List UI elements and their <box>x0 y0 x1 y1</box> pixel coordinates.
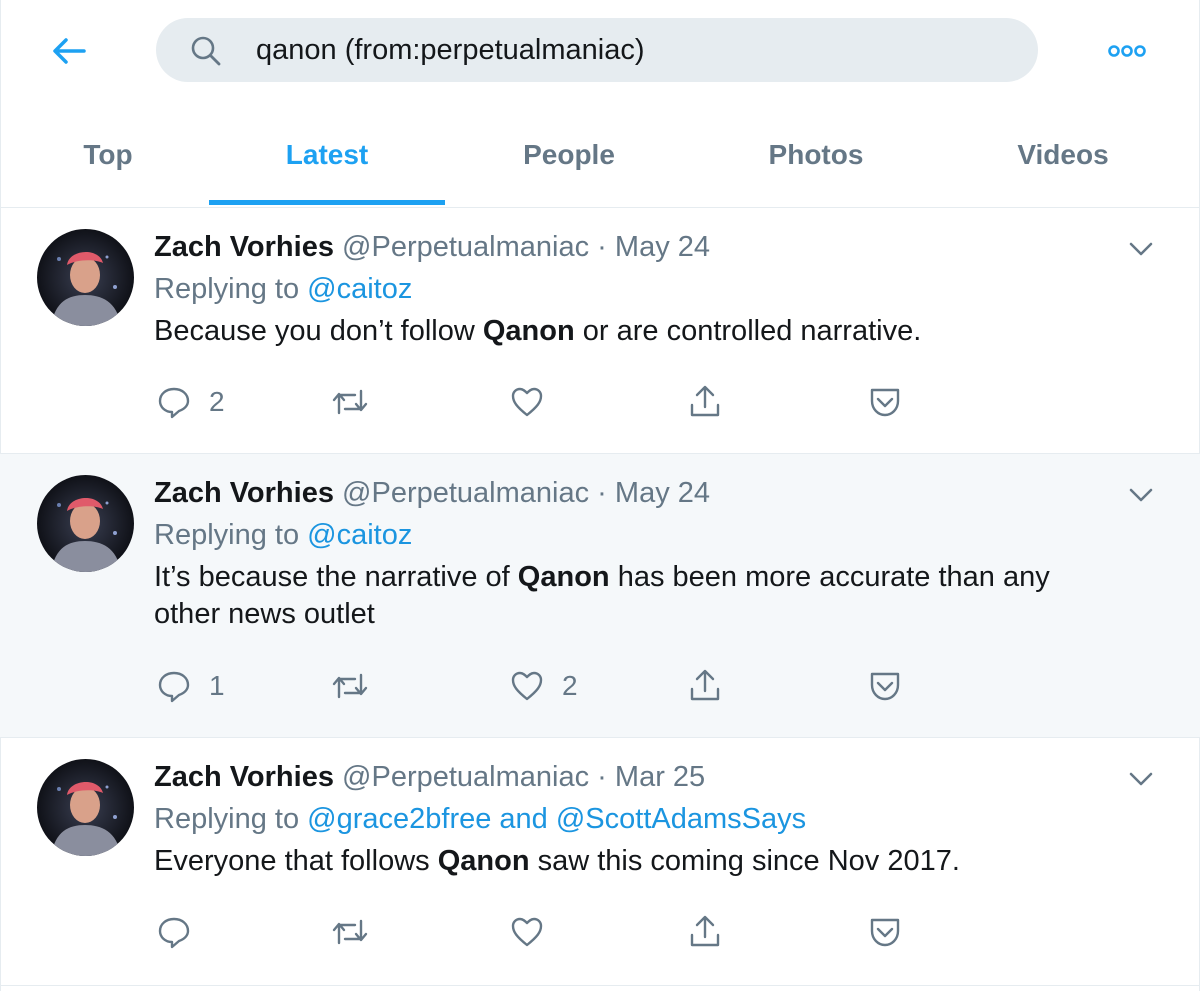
tweet-3[interactable]: Zach Vorhies @Perpetualmaniac · Mar 25 R… <box>0 738 1200 986</box>
reply-count: 2 <box>209 386 225 417</box>
tweet-menu-button[interactable] <box>1124 480 1158 510</box>
more-dots-icon <box>1108 45 1146 57</box>
like-button[interactable] <box>510 382 562 422</box>
save-to-pocket-button[interactable] <box>867 666 903 706</box>
tweet-date[interactable]: Mar 25 <box>615 761 705 793</box>
text-segment: or are controlled narrative. <box>574 315 922 347</box>
reply-mention-link[interactable]: @caitoz <box>307 273 412 305</box>
like-button[interactable] <box>510 912 562 952</box>
tweet-date[interactable]: May 24 <box>615 231 710 263</box>
search-input[interactable] <box>256 30 1016 70</box>
display-name[interactable]: Zach Vorhies <box>154 231 334 263</box>
back-button[interactable] <box>46 30 92 72</box>
like-button[interactable]: 2 <box>510 666 578 706</box>
highlighted-term: Qanon <box>517 561 610 593</box>
tweet-1[interactable]: Zach Vorhies @Perpetualmaniac · May 24 R… <box>0 208 1200 454</box>
separator-dot: · <box>597 231 607 263</box>
retweet-icon <box>332 389 368 415</box>
save-to-pocket-button[interactable] <box>867 382 903 422</box>
heart-icon <box>511 671 543 701</box>
text-segment: Everyone that follows <box>154 845 438 877</box>
replying-to-label: Replying to <box>154 273 300 305</box>
tweet-text: Everyone that follows Qanon saw this com… <box>154 843 1154 880</box>
tweet-header: Zach Vorhies @Perpetualmaniac · May 24 <box>154 230 710 264</box>
save-to-pocket-button[interactable] <box>867 912 903 952</box>
tweet-text: It’s because the narrative of Qanon has … <box>154 559 1114 633</box>
share-icon <box>690 669 720 701</box>
tweet-menu-button[interactable] <box>1124 764 1158 794</box>
reply-icon <box>158 671 190 703</box>
replying-to-label: Replying to <box>154 519 300 551</box>
retweet-button[interactable] <box>330 382 370 422</box>
display-name[interactable]: Zach Vorhies <box>154 761 334 793</box>
reply-icon <box>158 387 190 419</box>
profile-photo <box>37 475 134 572</box>
tweet-header: Zach Vorhies @Perpetualmaniac · May 24 <box>154 476 710 510</box>
profile-photo <box>37 229 134 326</box>
search-tabs: Top Latest People Photos Videos <box>0 102 1200 208</box>
share-icon <box>690 385 720 417</box>
retweet-button[interactable] <box>330 912 370 952</box>
retweet-icon <box>332 919 368 945</box>
text-segment: It’s because the narrative of <box>154 561 518 593</box>
share-button[interactable] <box>687 666 723 706</box>
tweet-menu-button[interactable] <box>1124 234 1158 264</box>
search-bar[interactable] <box>156 18 1038 82</box>
chevron-down-icon <box>1129 488 1153 502</box>
tweet-2[interactable]: Zach Vorhies @Perpetualmaniac · May 24 R… <box>0 454 1200 738</box>
user-handle[interactable]: @Perpetualmaniac <box>342 231 589 263</box>
reply-count: 1 <box>209 670 225 701</box>
user-handle[interactable]: @Perpetualmaniac <box>342 761 589 793</box>
tweet-header: Zach Vorhies @Perpetualmaniac · Mar 25 <box>154 760 705 794</box>
search-icon <box>191 36 221 66</box>
reply-button[interactable]: 2 <box>157 382 225 422</box>
replying-to: Replying to @caitoz <box>154 518 412 552</box>
tweet-date[interactable]: May 24 <box>615 477 710 509</box>
tab-photos[interactable]: Photos <box>693 102 939 207</box>
reply-icon <box>158 917 190 949</box>
tweet-text: Because you don’t follow Qanon or are co… <box>154 313 1154 350</box>
retweet-button[interactable] <box>330 666 370 706</box>
user-handle[interactable]: @Perpetualmaniac <box>342 477 589 509</box>
tab-videos[interactable]: Videos <box>939 102 1187 207</box>
highlighted-term: Qanon <box>437 845 530 877</box>
separator-dot: · <box>597 761 607 793</box>
active-tab-indicator <box>209 200 445 205</box>
separator-dot: · <box>597 477 607 509</box>
replying-to: Replying to @caitoz <box>154 272 412 306</box>
retweet-icon <box>332 673 368 699</box>
tab-top[interactable]: Top <box>8 102 208 207</box>
chevron-down-icon <box>1129 772 1153 786</box>
highlighted-term: Qanon <box>482 315 575 347</box>
pocket-icon <box>870 388 900 417</box>
tab-latest[interactable]: Latest <box>209 102 445 207</box>
avatar[interactable] <box>37 759 134 856</box>
arrow-left-icon <box>53 38 86 64</box>
reply-mention-link[interactable]: @caitoz <box>307 519 412 551</box>
replying-to: Replying to @grace2bfree and @ScottAdams… <box>154 802 806 836</box>
like-count: 2 <box>562 670 578 701</box>
avatar[interactable] <box>37 475 134 572</box>
replying-to-label: Replying to <box>154 803 300 835</box>
pocket-icon <box>870 918 900 947</box>
share-button[interactable] <box>687 912 723 952</box>
reply-button[interactable]: 1 <box>157 666 225 706</box>
text-segment: Because you don’t follow <box>154 315 483 347</box>
heart-icon <box>511 917 543 947</box>
profile-photo <box>37 759 134 856</box>
avatar[interactable] <box>37 229 134 326</box>
pocket-icon <box>870 672 900 701</box>
display-name[interactable]: Zach Vorhies <box>154 477 334 509</box>
share-button[interactable] <box>687 382 723 422</box>
reply-button[interactable] <box>157 912 209 952</box>
text-segment: saw this coming since Nov 2017. <box>529 845 960 877</box>
chevron-down-icon <box>1129 242 1153 256</box>
share-icon <box>690 915 720 947</box>
heart-icon <box>511 387 543 417</box>
tab-people[interactable]: People <box>445 102 693 207</box>
top-bar <box>0 0 1200 102</box>
more-options-button[interactable] <box>1104 36 1150 66</box>
reply-mention-link[interactable]: @grace2bfree and @ScottAdamsSays <box>307 803 806 835</box>
